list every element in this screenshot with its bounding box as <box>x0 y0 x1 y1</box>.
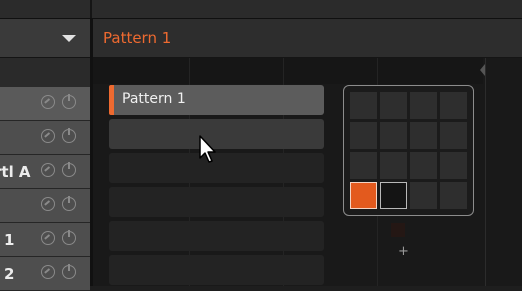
mute-knob-icon[interactable] <box>41 231 55 245</box>
bank-cell[interactable] <box>380 92 407 119</box>
pattern-slot-empty[interactable] <box>109 221 324 251</box>
ghost-bank-marker <box>391 223 405 237</box>
pattern-color-marker <box>109 85 114 115</box>
mute-knob-icon[interactable] <box>41 129 55 143</box>
group-row[interactable] <box>0 121 90 155</box>
bank-cell[interactable] <box>350 92 377 119</box>
bank-cell[interactable] <box>380 152 407 179</box>
power-knob-icon[interactable] <box>62 264 76 279</box>
pattern-slot-selected[interactable]: Pattern 1 <box>109 85 324 115</box>
group-list: rtl A 1 2 <box>0 58 90 291</box>
group-row[interactable]: 1 <box>0 223 90 257</box>
pattern-slot-empty[interactable] <box>109 187 324 217</box>
bank-cell[interactable] <box>440 122 467 149</box>
group-row[interactable] <box>0 189 90 223</box>
power-knob-icon[interactable] <box>62 230 76 245</box>
power-knob-icon[interactable] <box>62 94 76 109</box>
top-toolbar-strip <box>0 0 522 19</box>
bank-cell[interactable] <box>410 152 437 179</box>
add-bank-button[interactable]: + <box>398 245 409 258</box>
mute-knob-icon[interactable] <box>41 163 55 177</box>
bank-cell-empty[interactable] <box>380 182 407 209</box>
top-strip-separator <box>90 0 92 18</box>
bank-cell[interactable] <box>410 182 437 209</box>
bank-cell-selected[interactable] <box>350 182 377 209</box>
pattern-slot-empty[interactable] <box>109 255 324 285</box>
group-row-label: 1 <box>4 231 15 249</box>
bank-cell[interactable] <box>440 152 467 179</box>
bank-cell[interactable] <box>440 92 467 119</box>
bank-cell[interactable] <box>380 122 407 149</box>
timeline-ruler <box>93 58 483 84</box>
power-knob-icon[interactable] <box>62 196 76 211</box>
bank-cell[interactable] <box>350 122 377 149</box>
mute-knob-icon[interactable] <box>41 95 55 109</box>
pattern-editor-header: Pattern 1 <box>93 19 522 58</box>
power-knob-icon[interactable] <box>62 162 76 177</box>
bank-cell[interactable] <box>410 122 437 149</box>
bank-cell[interactable] <box>440 182 467 209</box>
bank-cell[interactable] <box>350 152 377 179</box>
group-row-label: 2 <box>4 265 15 283</box>
pattern-slot-name: Pattern 1 <box>122 91 186 107</box>
group-header <box>0 19 90 58</box>
pattern-editor-title: Pattern 1 <box>103 29 172 47</box>
mute-knob-icon[interactable] <box>41 197 55 211</box>
editor-edge <box>485 58 486 286</box>
group-row-label: rtl A <box>0 163 31 181</box>
group-row[interactable]: rtl A <box>0 155 90 189</box>
power-knob-icon[interactable] <box>62 128 76 143</box>
group-row[interactable] <box>0 87 90 121</box>
mouse-pointer-icon <box>199 135 216 163</box>
pattern-bank-grid <box>343 85 474 216</box>
bank-cell[interactable] <box>410 92 437 119</box>
chevron-down-icon[interactable] <box>62 35 76 42</box>
mute-knob-icon[interactable] <box>41 265 55 279</box>
